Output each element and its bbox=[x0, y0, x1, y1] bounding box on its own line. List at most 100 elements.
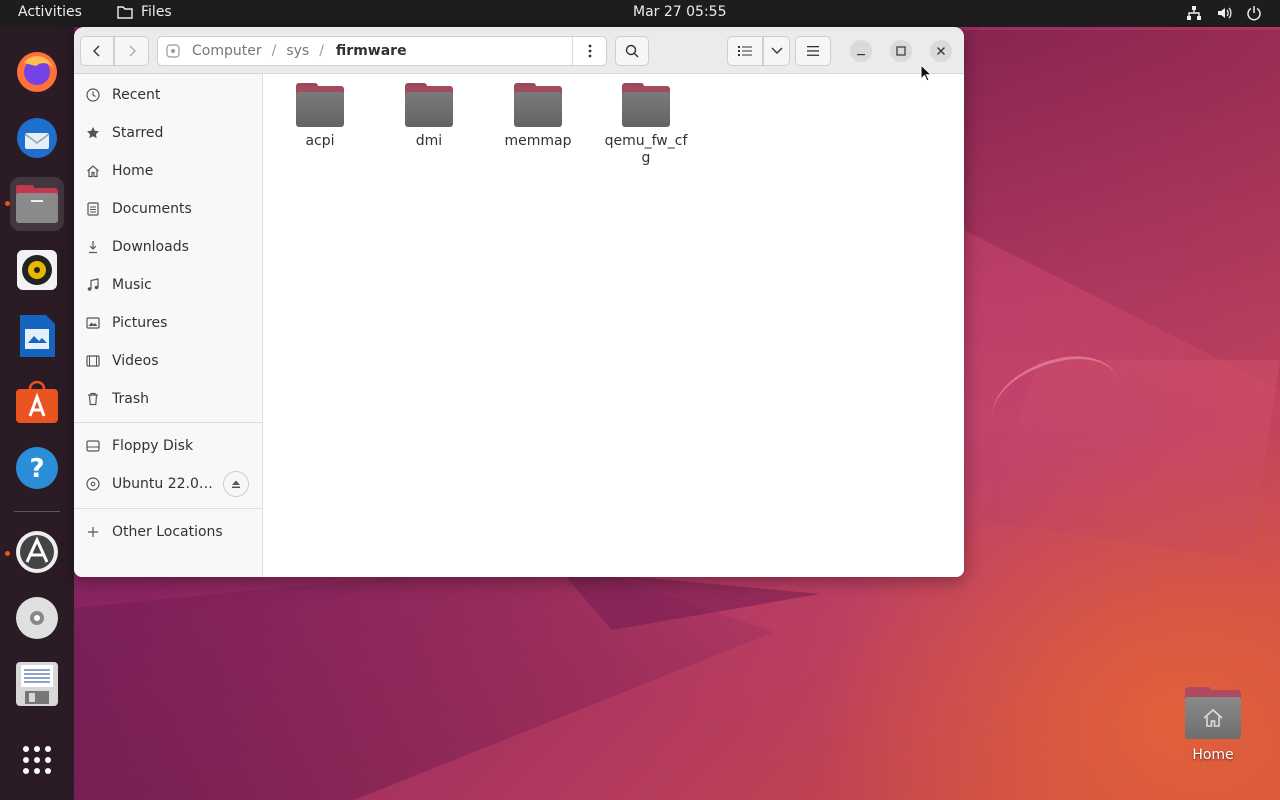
path-separator: / bbox=[271, 43, 277, 59]
app-menu-label: Files bbox=[141, 4, 172, 20]
desktop-home-label: Home bbox=[1192, 747, 1234, 763]
app-menu[interactable]: Files bbox=[117, 4, 172, 20]
folder-item[interactable]: qemu_fw_cfg bbox=[598, 80, 694, 180]
dock-software[interactable] bbox=[10, 375, 64, 429]
dock-thunderbird[interactable] bbox=[10, 111, 64, 165]
show-applications-button[interactable] bbox=[10, 733, 64, 787]
path-menu-button[interactable] bbox=[572, 37, 606, 65]
file-view: acpi dmi memmap qemu_fw_cfg bbox=[263, 74, 964, 577]
folder-icon bbox=[405, 83, 453, 127]
path-separator: / bbox=[319, 43, 324, 59]
sidebar-item-home[interactable]: Home bbox=[74, 152, 263, 190]
forward-button[interactable] bbox=[114, 36, 149, 66]
thunderbird-icon bbox=[17, 118, 57, 158]
back-button[interactable] bbox=[80, 36, 114, 66]
folder-name: acpi bbox=[305, 133, 335, 149]
clock-icon bbox=[74, 88, 112, 102]
sidebar-item-recent[interactable]: Recent bbox=[74, 76, 263, 114]
sidebar-item-ubuntu-disc[interactable]: Ubuntu 22.0… bbox=[74, 465, 263, 503]
sidebar-item-starred[interactable]: Starred bbox=[74, 114, 263, 152]
clock[interactable]: Mar 27 05:55 bbox=[633, 4, 726, 20]
sidebar-separator bbox=[74, 422, 263, 423]
sidebar-item-other-locations[interactable]: Other Locations bbox=[74, 513, 263, 551]
chevron-down-icon bbox=[771, 47, 782, 54]
desktop-home-folder[interactable]: Home bbox=[1178, 684, 1248, 764]
system-tray[interactable] bbox=[1186, 5, 1262, 21]
folder-name: qemu_fw_cfg bbox=[604, 133, 688, 166]
sidebar-item-pictures[interactable]: Pictures bbox=[74, 304, 263, 342]
dock-floppy[interactable] bbox=[10, 657, 64, 711]
main-menu-button[interactable] bbox=[795, 36, 831, 66]
eject-icon bbox=[232, 480, 240, 488]
picture-icon bbox=[74, 317, 112, 329]
disc-icon bbox=[74, 477, 112, 491]
path-segment-current[interactable]: firmware bbox=[330, 43, 413, 59]
folder-name: memmap bbox=[504, 133, 572, 149]
list-view-icon bbox=[738, 46, 752, 56]
sidebar-item-label: Downloads bbox=[112, 239, 189, 255]
dock-help[interactable]: ? bbox=[10, 441, 64, 495]
music-icon bbox=[74, 278, 112, 292]
view-options-button[interactable] bbox=[763, 36, 790, 66]
trash-icon bbox=[74, 392, 112, 406]
sidebar-item-label: Recent bbox=[112, 87, 161, 103]
dock: ? bbox=[0, 27, 74, 800]
top-bar: Activities Files Mar 27 05:55 bbox=[0, 0, 1280, 27]
eject-button[interactable] bbox=[223, 471, 249, 497]
hamburger-icon bbox=[807, 46, 819, 56]
drive-icon bbox=[158, 44, 188, 58]
software-icon bbox=[16, 380, 58, 423]
dock-files[interactable] bbox=[10, 177, 64, 231]
sidebar-item-downloads[interactable]: Downloads bbox=[74, 228, 263, 266]
sidebar-item-videos[interactable]: Videos bbox=[74, 342, 263, 380]
svg-text:?: ? bbox=[29, 454, 44, 484]
view-toggle-button[interactable] bbox=[727, 36, 763, 66]
more-vertical-icon bbox=[588, 44, 591, 58]
folder-icon bbox=[622, 83, 670, 127]
sidebar-item-label: Trash bbox=[112, 391, 149, 407]
path-segment-sys[interactable]: sys bbox=[282, 43, 313, 59]
drive-icon bbox=[74, 440, 112, 452]
sidebar-item-label: Ubuntu 22.0… bbox=[112, 476, 213, 492]
dock-firefox[interactable] bbox=[10, 45, 64, 99]
folder-item[interactable]: dmi bbox=[381, 80, 477, 180]
writer-icon bbox=[20, 315, 55, 357]
files-icon bbox=[16, 185, 58, 223]
folder-item[interactable]: memmap bbox=[490, 80, 586, 180]
path-segment-computer[interactable]: Computer bbox=[188, 43, 266, 59]
sidebar-item-documents[interactable]: Documents bbox=[74, 190, 263, 228]
network-icon bbox=[1186, 5, 1202, 21]
search-icon bbox=[625, 44, 639, 58]
plus-icon bbox=[74, 526, 112, 538]
folder-icon bbox=[296, 83, 344, 127]
sidebar-item-trash[interactable]: Trash bbox=[74, 380, 263, 418]
sidebar-item-label: Documents bbox=[112, 201, 192, 217]
maximize-icon bbox=[896, 46, 906, 56]
folder-item[interactable]: acpi bbox=[272, 80, 368, 180]
floppy-icon bbox=[16, 662, 58, 706]
sidebar-item-label: Music bbox=[112, 277, 152, 293]
minimize-button[interactable] bbox=[850, 40, 872, 62]
sidebar-item-music[interactable]: Music bbox=[74, 266, 263, 304]
app-grid-icon bbox=[23, 746, 51, 774]
sidebar-item-floppy-disk[interactable]: Floppy Disk bbox=[74, 427, 263, 465]
dock-rhythmbox[interactable] bbox=[10, 243, 64, 297]
maximize-button[interactable] bbox=[890, 40, 912, 62]
home-folder-icon bbox=[1185, 687, 1241, 739]
document-icon bbox=[74, 202, 112, 216]
header-bar: Computer / sys / firmware bbox=[74, 27, 964, 74]
dock-writer[interactable] bbox=[10, 309, 64, 363]
sidebar-separator bbox=[74, 508, 263, 509]
activities-button[interactable]: Activities bbox=[18, 4, 82, 20]
close-button[interactable] bbox=[930, 40, 952, 62]
search-button[interactable] bbox=[615, 36, 649, 66]
files-window: Computer / sys / firmware Recent Starred… bbox=[74, 27, 964, 577]
dock-updater[interactable] bbox=[10, 525, 64, 579]
home-icon bbox=[74, 164, 112, 178]
dock-separator bbox=[14, 511, 60, 512]
download-icon bbox=[74, 240, 112, 254]
sidebar: Recent Starred Home Documents Downloads … bbox=[74, 74, 263, 577]
disc-icon bbox=[16, 597, 58, 639]
dock-cd-drive[interactable] bbox=[10, 591, 64, 645]
path-bar[interactable]: Computer / sys / firmware bbox=[157, 36, 607, 66]
